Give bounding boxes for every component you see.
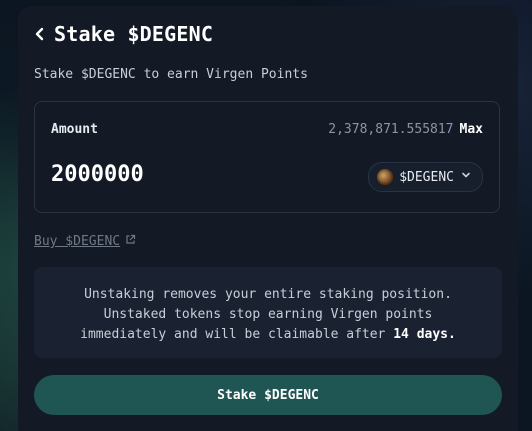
- buy-link-label: Buy $DEGENC: [34, 234, 121, 249]
- stake-button[interactable]: Stake $DEGENC: [34, 375, 502, 415]
- page-subtitle: Stake $DEGENC to earn Virgen Points: [34, 67, 308, 82]
- balance-value: 2,378,871.555817: [328, 122, 454, 137]
- amount-input[interactable]: [51, 162, 331, 187]
- token-select[interactable]: $DEGENC: [368, 162, 483, 192]
- back-header[interactable]: Stake $DEGENC: [34, 22, 213, 46]
- chevron-down-icon: [460, 169, 472, 185]
- max-button[interactable]: Max: [460, 122, 483, 137]
- page-title: Stake $DEGENC: [54, 22, 214, 46]
- token-label: $DEGENC: [399, 169, 454, 185]
- degenc-token-icon: [377, 169, 394, 185]
- amount-label: Amount: [51, 122, 98, 137]
- stake-panel: Stake $DEGENC Stake $DEGENC to earn Virg…: [18, 6, 518, 431]
- chevron-left-icon[interactable]: [34, 27, 46, 41]
- balance-row: 2,378,871.555817 Max: [328, 122, 483, 137]
- external-link-icon: [125, 234, 136, 249]
- info-days: 14 days.: [393, 327, 456, 342]
- buy-degenc-link[interactable]: Buy $DEGENC: [34, 234, 136, 249]
- unstake-info-box: Unstaking removes your entire staking po…: [34, 267, 502, 358]
- amount-card: Amount 2,378,871.555817 Max $DEGENC: [34, 101, 500, 213]
